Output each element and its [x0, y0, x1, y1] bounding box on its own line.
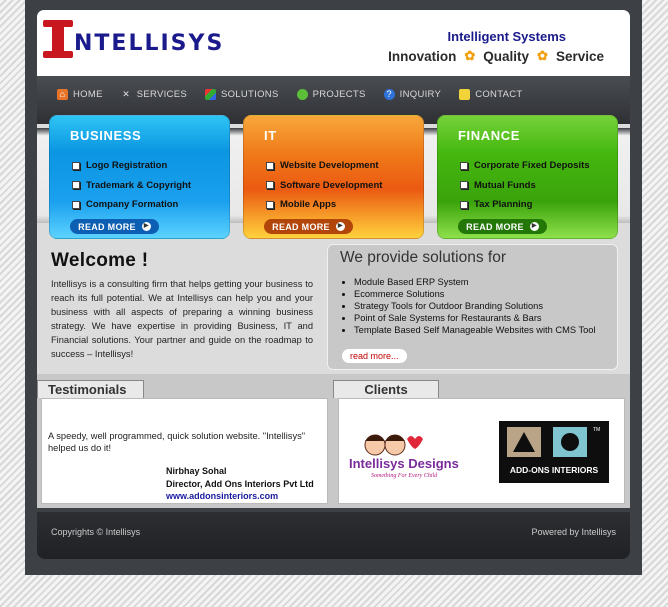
tab-clients: Clients — [333, 380, 439, 398]
footer-copyright: Copyrights © Intellisys — [51, 527, 141, 537]
author-name: Nirbhay Sohal — [166, 466, 227, 476]
box-item[interactable]: Software Development — [266, 180, 382, 191]
client-logo-intellisys-designs[interactable]: Intellisys Designs Something For Every C… — [347, 427, 477, 479]
box-item[interactable]: Logo Registration — [72, 160, 191, 171]
box-title: FINANCE — [458, 128, 520, 143]
home-icon: ⌂ — [57, 89, 68, 100]
tagline-values: Innovation ✿ Quality ✿ Service — [388, 48, 604, 64]
tagline-title: Intelligent Systems — [447, 29, 566, 44]
nav-item-services[interactable]: ✕ SERVICES — [121, 89, 187, 100]
clients-panel: Intellisys Designs Something For Every C… — [338, 398, 625, 504]
nav-label: SOLUTIONS — [220, 89, 279, 100]
value-service: Service — [555, 48, 604, 64]
flower-icon: ✿ — [464, 48, 476, 63]
bullet-icon — [266, 200, 274, 209]
box-item-label: Trademark & Copyright — [86, 179, 192, 191]
nav-item-home[interactable]: ⌂ HOME — [57, 89, 103, 100]
bullet-icon — [460, 161, 468, 170]
nav-item-contact[interactable]: CONTACT — [459, 89, 522, 100]
bullet-icon — [266, 161, 274, 170]
bullet-icon — [460, 181, 468, 189]
nav-item-solutions[interactable]: SOLUTIONS — [204, 89, 279, 100]
bullet-icon — [72, 161, 80, 170]
logo-text: NTELLISYS — [74, 30, 225, 56]
box-item-label: Tax Planning — [474, 199, 533, 210]
box-item[interactable]: Mutual Funds — [460, 180, 590, 191]
read-more-label: READ MORE — [466, 221, 524, 232]
box-item[interactable]: Mobile Apps — [266, 199, 382, 210]
client1-tagline: Something For Every Child — [371, 473, 438, 479]
box-item[interactable]: Website Development — [266, 160, 382, 171]
read-more-button[interactable]: READ MORE ▶ — [264, 219, 353, 234]
nav-label: CONTACT — [475, 89, 523, 100]
read-more-label: READ MORE — [272, 221, 330, 232]
box-item-label: Company Formation — [86, 199, 179, 210]
testimonial-author: Nirbhay Sohal Director, Add Ons Interior… — [166, 465, 314, 503]
client2-name: ADD-ONS INTERIORS — [510, 465, 599, 475]
nav-label: INQUIRY — [399, 89, 442, 100]
box-item[interactable]: Corporate Fixed Deposits — [460, 160, 590, 171]
contact-icon — [459, 89, 471, 100]
value-innovation: Innovation — [388, 48, 457, 64]
bullet-icon — [72, 200, 80, 209]
nav-label: SERVICES — [136, 89, 187, 100]
service-box-it: IT Website Development Software Developm… — [243, 115, 424, 239]
box-item[interactable]: Company Formation — [72, 199, 191, 210]
arrow-right-icon: ▶ — [529, 222, 539, 231]
client-logo-add-ons-interiors[interactable]: TM ADD-ONS INTERIORS — [499, 421, 609, 483]
testimonial-quote: A speedy, well programmed, quick solutio… — [48, 431, 306, 453]
header: NTELLISYS Intelligent Systems Innovation… — [37, 10, 630, 76]
solution-item: Module Based ERP System — [354, 276, 596, 288]
read-more-label: READ MORE — [78, 221, 136, 232]
solutions-panel: We provide solutions for Module Based ER… — [327, 244, 618, 370]
flower-icon: ✿ — [537, 48, 548, 63]
footer: Copyrights © Intellisys Powered by Intel… — [37, 512, 630, 559]
nav-label: HOME — [73, 89, 103, 100]
client1-name: Intellisys Designs — [349, 456, 459, 471]
tab-testimonials: Testimonials — [37, 380, 144, 398]
author-role: Director, Add Ons Interiors Pvt Ltd — [166, 478, 314, 489]
box-item-label: Software Development — [280, 179, 383, 191]
nav-label: PROJECTS — [312, 89, 366, 100]
bullet-icon — [72, 181, 80, 189]
solution-item: Template Based Self Manageable Websites … — [354, 324, 596, 336]
box-item[interactable]: Trademark & Copyright — [72, 180, 191, 191]
question-icon: ? — [383, 89, 395, 100]
logo-mark-icon — [43, 20, 73, 58]
solution-item: Ecommerce Solutions — [354, 288, 596, 300]
welcome-title: Welcome ! — [51, 250, 149, 271]
solution-item: Strategy Tools for Outdoor Branding Solu… — [354, 300, 596, 312]
testimonial-panel: A speedy, well programmed, quick solutio… — [41, 398, 328, 504]
solution-item: Point of Sale Systems for Restaurants & … — [354, 312, 596, 324]
cubes-icon — [204, 89, 216, 100]
value-quality: Quality — [483, 48, 530, 64]
box-item-label: Corporate Fixed Deposits — [474, 160, 590, 171]
svg-text:TM: TM — [593, 427, 600, 433]
read-more-link[interactable]: read more... — [342, 349, 407, 363]
solutions-title: We provide solutions for — [340, 249, 506, 266]
read-more-button[interactable]: READ MORE ▶ — [458, 219, 547, 234]
arrow-right-icon: ▶ — [335, 222, 345, 231]
nav-item-projects[interactable]: PROJECTS — [296, 89, 366, 100]
box-title: IT — [264, 128, 277, 143]
read-more-button[interactable]: READ MORE ▶ — [70, 219, 159, 234]
tools-icon: ✕ — [122, 89, 131, 99]
author-website-link[interactable]: www.addonsinteriors.com — [166, 490, 314, 503]
bullet-icon — [460, 200, 468, 209]
globe-icon — [296, 89, 308, 100]
box-title: BUSINESS — [70, 128, 142, 143]
nav-item-inquiry[interactable]: ? INQUIRY — [383, 89, 442, 100]
box-item[interactable]: Tax Planning — [460, 199, 590, 210]
bullet-icon — [266, 181, 274, 189]
welcome-text: Intellisys is a consulting firm that hel… — [51, 279, 313, 360]
arrow-right-icon: ▶ — [141, 222, 151, 231]
box-item-label: Mutual Funds — [474, 179, 536, 191]
box-item-label: Logo Registration — [86, 160, 168, 171]
box-item-label: Website Development — [280, 160, 379, 171]
service-box-business: BUSINESS Logo Registration Trademark & C… — [49, 115, 230, 239]
service-box-finance: FINANCE Corporate Fixed Deposits Mutual … — [437, 115, 618, 239]
box-item-label: Mobile Apps — [280, 199, 337, 210]
logo[interactable]: NTELLISYS — [43, 20, 224, 58]
footer-powered-by: Powered by Intellisys — [531, 527, 616, 537]
